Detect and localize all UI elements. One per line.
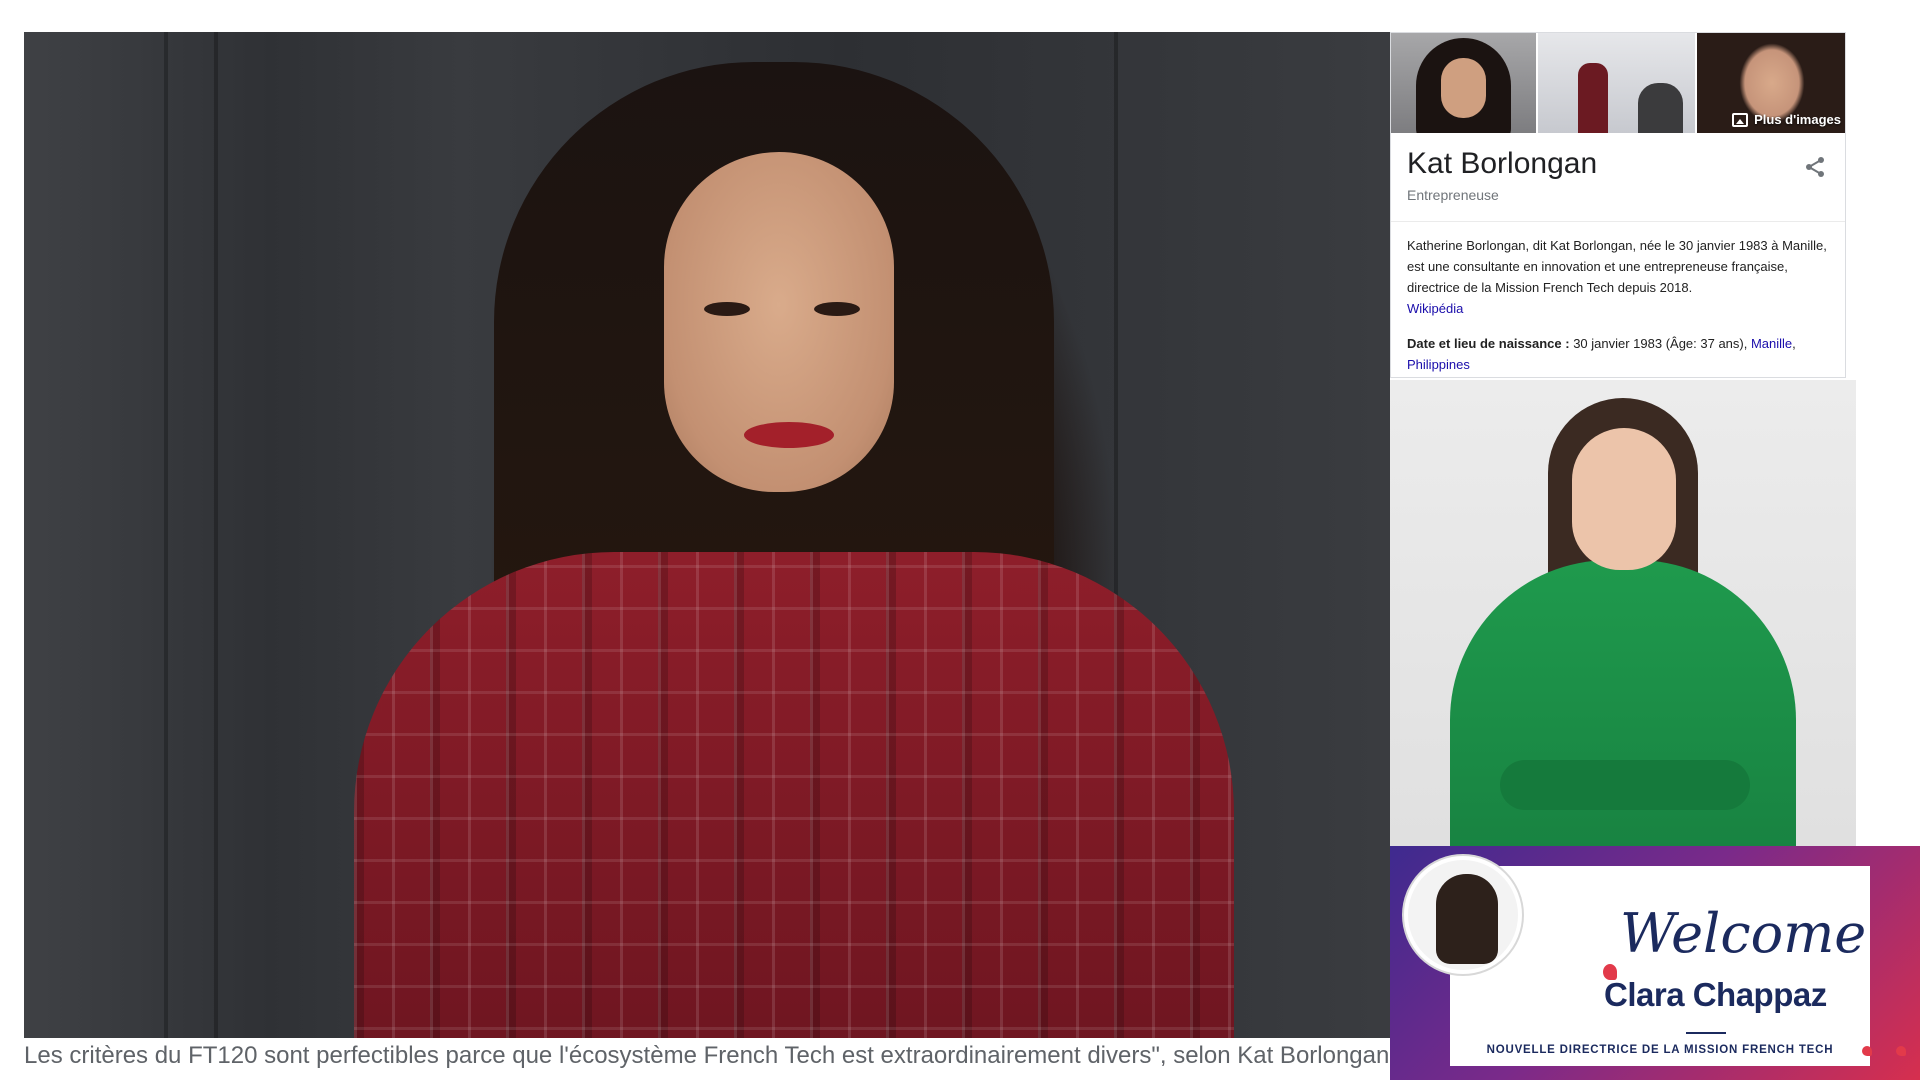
french-tech-brest-logo [1886,1046,1916,1072]
welcome-name: Clara Chappaz [1604,976,1827,1013]
image-icon [1732,112,1749,127]
french-tech-logo [1852,1046,1882,1072]
fact-separator: , [1792,336,1796,351]
entity-subtitle: Entrepreneuse [1407,187,1499,203]
image-thumbnails: Plus d'images [1391,33,1845,133]
welcome-title: Welcome [1620,902,1867,965]
welcome-banner[interactable]: Welcome Clara Chappaz NOUVELLE DIRECTRIC… [1390,846,1920,1080]
thumbnail-portrait[interactable] [1391,33,1536,133]
portrait-photo-green-sweater[interactable] [1390,380,1856,846]
door-frame [214,32,218,1038]
wikipedia-link[interactable]: Wikipédia [1407,301,1463,316]
plaid-shirt [354,552,1234,1038]
more-images-label: Plus d'images [1754,112,1841,127]
thumbnail-conference[interactable] [1538,33,1695,133]
country-link[interactable]: Philippines [1407,357,1470,372]
description-text: Katherine Borlongan, dit Kat Borlongan, … [1407,238,1827,295]
birth-fact: Date et lieu de naissance : 30 janvier 1… [1407,333,1837,375]
fact-label: Date et lieu de naissance : [1407,336,1570,351]
knowledge-panel: Plus d'images Kat Borlongan Entrepreneus… [1390,32,1846,378]
main-photo[interactable] [24,32,1390,1038]
crossed-arms [1500,760,1750,810]
face [1572,428,1676,570]
more-images-link[interactable]: Plus d'images [1732,112,1841,127]
divider [1391,221,1845,222]
eye [704,302,750,316]
thumbnail-more-images[interactable]: Plus d'images [1697,33,1845,133]
fact-value: 30 janvier 1983 (Âge: 37 ans), [1569,336,1751,351]
entity-title: Kat Borlongan [1407,147,1598,180]
door-frame [164,32,168,1038]
eye [814,302,860,316]
lips [744,422,834,448]
divider [1686,1032,1726,1034]
avatar [1404,856,1522,974]
welcome-subtitle: NOUVELLE DIRECTRICE DE LA MISSION FRENCH… [1486,1044,1834,1056]
city-link[interactable]: Manille [1751,336,1792,351]
image-caption: Les critères du FT120 sont perfectibles … [24,1042,1390,1069]
share-icon[interactable] [1803,155,1827,179]
entity-description: Katherine Borlongan, dit Kat Borlongan, … [1407,235,1831,319]
